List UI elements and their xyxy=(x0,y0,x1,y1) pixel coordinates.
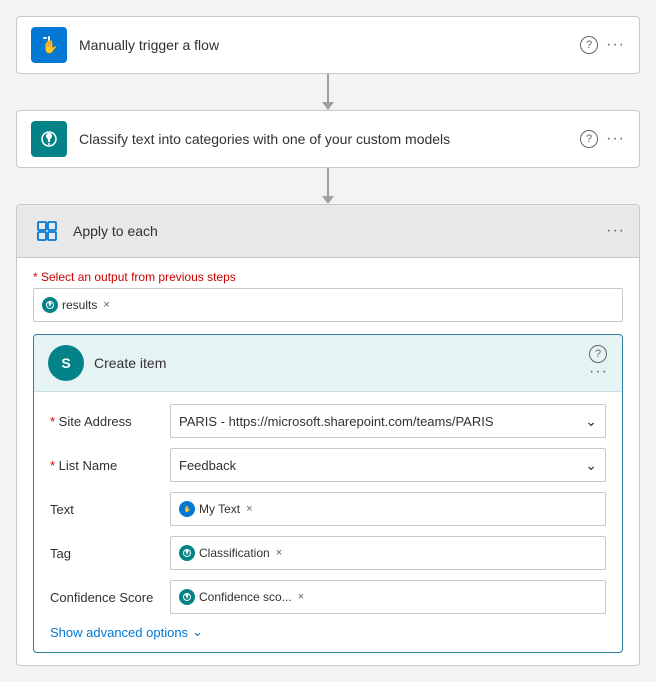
create-item-title: Create item xyxy=(94,355,589,371)
show-advanced-options[interactable]: Show advanced options ⌄ xyxy=(50,624,606,640)
show-advanced-label: Show advanced options xyxy=(50,625,188,640)
flow-canvas: ✋ Manually trigger a flow ? ··· Classify… xyxy=(16,16,640,666)
create-item-card: S Create item ? ··· Site Address PA xyxy=(33,334,623,653)
field-row-text: Text ✋ My Text × xyxy=(50,492,606,526)
field-label-confidence: Confidence Score xyxy=(50,590,170,605)
field-row-confidence: Confidence Score Confidence sco... xyxy=(50,580,606,614)
apply-each-body: * Select an output from previous steps r… xyxy=(17,258,639,665)
trigger-icon: ✋ xyxy=(31,27,67,63)
field-row-list-name: List Name Feedback ⌄ xyxy=(50,448,606,482)
field-value-confidence[interactable]: Confidence sco... × xyxy=(170,580,606,614)
apply-each-icon xyxy=(31,215,63,247)
field-value-site-address[interactable]: PARIS - https://microsoft.sharepoint.com… xyxy=(170,404,606,438)
arrow-2 xyxy=(322,168,334,204)
confidence-token-remove[interactable]: × xyxy=(298,591,304,603)
results-token-remove[interactable]: × xyxy=(103,299,109,311)
select-output-input[interactable]: results × xyxy=(33,288,623,322)
classification-token: Classification × xyxy=(179,545,282,561)
site-address-chevron: ⌄ xyxy=(585,413,597,430)
field-label-list-name: List Name xyxy=(50,458,170,473)
more-icon-apply-each[interactable]: ··· xyxy=(606,222,625,239)
list-name-value: Feedback xyxy=(179,458,236,473)
field-value-list-name[interactable]: Feedback ⌄ xyxy=(170,448,606,482)
show-advanced-chevron: ⌄ xyxy=(192,624,203,640)
step-manually-trigger-actions: ? ··· xyxy=(580,36,625,54)
arrow-1 xyxy=(322,74,334,110)
apply-each-container: Apply to each ··· * Select an output fro… xyxy=(16,204,640,666)
results-token-icon xyxy=(42,297,58,313)
list-name-chevron: ⌄ xyxy=(585,457,597,474)
select-output-label: * Select an output from previous steps xyxy=(33,270,623,284)
arrow-head-2 xyxy=(322,196,334,204)
my-text-token: ✋ My Text × xyxy=(179,501,253,517)
help-icon-classify[interactable]: ? xyxy=(580,130,598,148)
confidence-token-label: Confidence sco... xyxy=(199,590,292,604)
step-manually-trigger-label: Manually trigger a flow xyxy=(79,37,580,53)
field-label-site-address: Site Address xyxy=(50,414,170,429)
arrow-head-1 xyxy=(322,102,334,110)
apply-each-header: Apply to each ··· xyxy=(17,205,639,258)
help-icon-create[interactable]: ? xyxy=(589,345,607,363)
create-item-header: S Create item ? ··· xyxy=(34,335,622,392)
apply-each-title: Apply to each xyxy=(73,223,606,239)
my-text-token-icon: ✋ xyxy=(179,501,195,517)
classification-token-icon xyxy=(179,545,195,561)
field-row-site-address: Site Address PARIS - https://microsoft.s… xyxy=(50,404,606,438)
more-icon-classify[interactable]: ··· xyxy=(606,130,625,148)
classify-icon xyxy=(31,121,67,157)
create-item-avatar: S xyxy=(48,345,84,381)
my-text-token-remove[interactable]: × xyxy=(246,503,252,515)
more-icon-create[interactable]: ··· xyxy=(589,363,608,380)
svg-text:✋: ✋ xyxy=(42,39,58,54)
confidence-token-icon xyxy=(179,589,195,605)
results-token-label: results xyxy=(62,298,97,312)
field-value-tag[interactable]: Classification × xyxy=(170,536,606,570)
classification-token-remove[interactable]: × xyxy=(276,547,282,559)
step-classify-actions: ? ··· xyxy=(580,130,625,148)
field-value-text[interactable]: ✋ My Text × xyxy=(170,492,606,526)
step-manually-trigger: ✋ Manually trigger a flow ? ··· xyxy=(16,16,640,74)
confidence-token: Confidence sco... × xyxy=(179,589,304,605)
site-address-value: PARIS - https://microsoft.sharepoint.com… xyxy=(179,414,494,429)
results-token: results × xyxy=(42,297,110,313)
field-label-text: Text xyxy=(50,502,170,517)
classification-token-label: Classification xyxy=(199,546,270,560)
my-text-token-label: My Text xyxy=(199,502,240,516)
field-row-tag: Tag Classification × xyxy=(50,536,606,570)
arrow-line-1 xyxy=(327,74,329,102)
create-item-actions: ? ··· xyxy=(589,345,608,381)
help-icon-trigger[interactable]: ? xyxy=(580,36,598,54)
more-icon-trigger[interactable]: ··· xyxy=(606,36,625,54)
field-label-tag: Tag xyxy=(50,546,170,561)
arrow-line-2 xyxy=(327,168,329,196)
create-item-body: Site Address PARIS - https://microsoft.s… xyxy=(34,392,622,652)
step-classify-text: Classify text into categories with one o… xyxy=(16,110,640,168)
apply-each-actions: ··· xyxy=(606,222,625,240)
step-classify-label: Classify text into categories with one o… xyxy=(79,131,580,147)
svg-text:✋: ✋ xyxy=(184,505,191,513)
